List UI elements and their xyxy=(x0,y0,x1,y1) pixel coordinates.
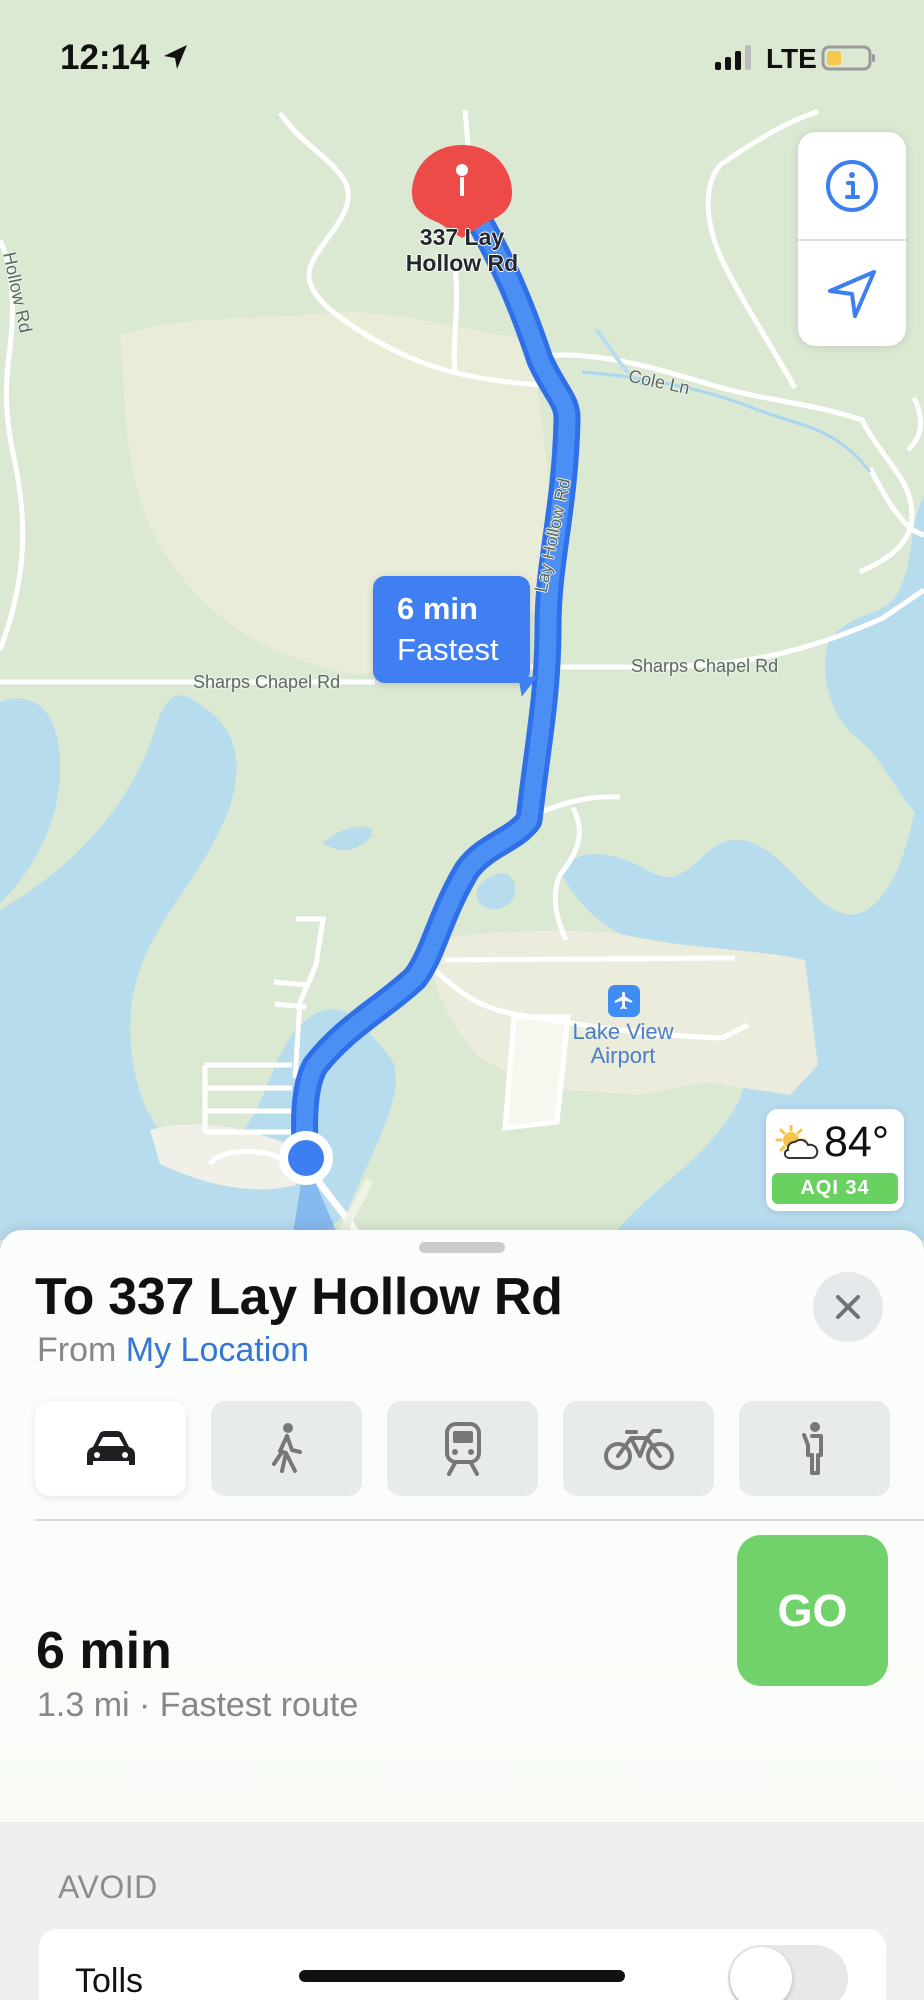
airport-label[interactable]: Lake View Airport xyxy=(555,1020,691,1068)
battery-icon xyxy=(821,45,875,71)
airplane-icon[interactable] xyxy=(608,985,640,1017)
route-bubble-description: Fastest xyxy=(397,632,499,667)
home-indicator[interactable] xyxy=(299,1970,625,1982)
route-details: 1.3 mi · Fastest route xyxy=(37,1686,359,1724)
cycle-mode-button[interactable] xyxy=(563,1401,714,1496)
destination-map-label: 337 Lay Hollow Rd xyxy=(385,224,539,276)
road-label-sharps-chapel-left: Sharps Chapel Rd xyxy=(193,672,341,692)
directions-sheet[interactable]: To 337 Lay Hollow Rd From My Location 6 … xyxy=(0,1230,924,2000)
destination-label-line-2: Hollow Rd xyxy=(405,250,519,276)
road-label-sharps-chapel-right: Sharps Chapel Rd xyxy=(631,656,779,676)
airport-label-line-1: Lake View xyxy=(572,1019,674,1044)
tolls-toggle-knob[interactable] xyxy=(730,1947,792,2000)
current-location-button[interactable] xyxy=(798,239,906,346)
rideshare-mode-button[interactable] xyxy=(739,1401,890,1496)
info-icon xyxy=(826,159,878,212)
from-prefix: From xyxy=(37,1331,117,1369)
air-quality-badge: AQI 34 xyxy=(772,1173,898,1204)
directions-title: To 337 Lay Hollow Rd xyxy=(35,1268,563,1326)
drive-mode-button[interactable] xyxy=(35,1401,186,1496)
location-arrow-icon xyxy=(164,45,187,69)
close-icon xyxy=(836,1295,860,1319)
map-view[interactable]: 337 Lay Hollow Rd Cole Ln Lay Hollow Rd … xyxy=(0,0,924,1240)
transport-mode-selector xyxy=(35,1401,890,1496)
train-icon xyxy=(444,1421,481,1476)
airport-label-line-2: Airport xyxy=(590,1043,656,1068)
info-button[interactable] xyxy=(798,132,906,239)
walking-icon xyxy=(271,1422,302,1473)
partly-sunny-icon xyxy=(775,1125,819,1159)
transit-mode-button[interactable] xyxy=(387,1401,538,1496)
maps-directions-screen: 337 Lay Hollow Rd Cole Ln Lay Hollow Rd … xyxy=(0,0,924,2000)
status-time: 12:14 xyxy=(60,38,150,77)
bicycle-icon xyxy=(603,1428,674,1470)
location-arrow-icon xyxy=(828,269,876,318)
map-controls xyxy=(798,132,906,346)
close-button[interactable] xyxy=(813,1272,883,1342)
go-button[interactable]: GO xyxy=(737,1535,888,1686)
route-bubble-time: 6 min xyxy=(397,591,478,626)
destination-label-line-1: 337 Lay xyxy=(419,224,505,250)
route-time-bubble[interactable]: 6 min Fastest xyxy=(373,576,530,683)
tolls-label: Tolls xyxy=(75,1962,144,2000)
current-location-dot[interactable] xyxy=(288,1140,324,1176)
network-type: LTE xyxy=(766,43,817,74)
walk-mode-button[interactable] xyxy=(211,1401,362,1496)
tolls-toggle[interactable] xyxy=(728,1945,848,2000)
car-icon xyxy=(86,1430,135,1465)
weather-widget[interactable]: 84° AQI 34 xyxy=(766,1109,904,1211)
rideshare-icon xyxy=(801,1421,823,1475)
route-duration: 6 min xyxy=(36,1622,172,1680)
tolls-option-row[interactable]: Tolls xyxy=(39,1929,886,2000)
status-bar: 12:14 LTE xyxy=(0,0,924,112)
temperature: 84° xyxy=(824,1118,890,1166)
origin-location-link[interactable]: My Location xyxy=(126,1331,309,1369)
sheet-grabber[interactable] xyxy=(419,1242,505,1253)
avoid-heading: AVOID xyxy=(58,1869,158,1905)
directions-origin: From My Location xyxy=(37,1331,309,1370)
cellular-signal-icon xyxy=(715,45,751,70)
